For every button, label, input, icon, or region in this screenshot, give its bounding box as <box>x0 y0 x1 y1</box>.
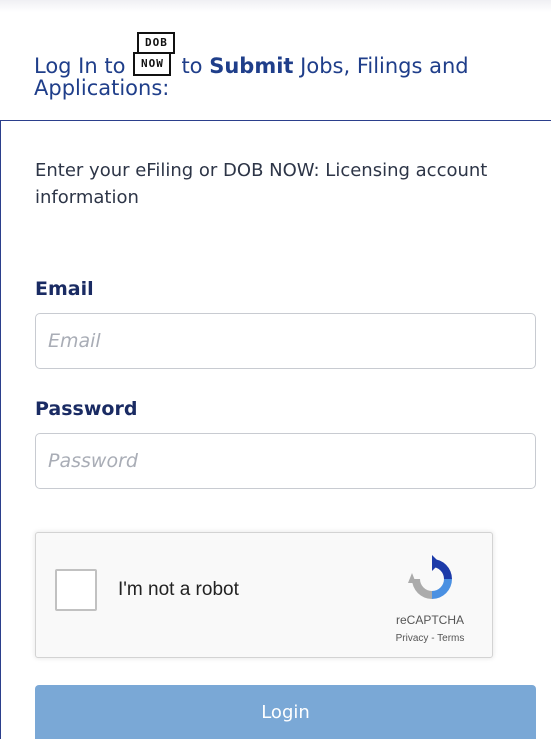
recaptcha-terms-link[interactable]: Terms <box>437 633 464 644</box>
heading-suffix: Jobs, Filings and <box>300 54 469 78</box>
dob-now-logo: DOB NOW <box>133 32 176 78</box>
page-heading: Log In to DOB NOW to Submit Jobs, Filing… <box>34 14 544 100</box>
login-intro-text: Enter your eFiling or DOB NOW: Licensing… <box>35 160 488 208</box>
banner-remnant <box>0 0 551 12</box>
email-label: Email <box>35 278 94 300</box>
logo-top-text: DOB <box>137 32 176 54</box>
recaptcha-checkbox[interactable] <box>55 569 97 611</box>
recaptcha-widget: I'm not a robot reCAPTCHA Privacy - Term… <box>35 532 493 658</box>
heading-emphasis: Submit <box>209 54 294 78</box>
recaptcha-link-separator: - <box>428 633 438 644</box>
heading-line-2: Applications: <box>34 76 170 100</box>
heading-line-1: Log In to DOB NOW to Submit Jobs, Filing… <box>34 14 544 78</box>
login-button[interactable]: Login <box>35 685 536 739</box>
heading-middle: to <box>181 54 203 78</box>
recaptcha-links: Privacy - Terms <box>376 633 484 644</box>
recaptcha-icon <box>408 555 452 599</box>
password-label: Password <box>35 398 138 420</box>
heading-prefix: Log In to <box>34 54 126 78</box>
password-input[interactable] <box>35 433 536 489</box>
recaptcha-privacy-link[interactable]: Privacy <box>396 633 429 644</box>
recaptcha-brand: reCAPTCHA <box>395 613 464 627</box>
logo-bottom-text: NOW <box>133 52 172 76</box>
email-input[interactable] <box>35 313 536 369</box>
login-page: Log In to DOB NOW to Submit Jobs, Filing… <box>0 0 551 739</box>
recaptcha-label: I'm not a robot <box>118 579 239 600</box>
